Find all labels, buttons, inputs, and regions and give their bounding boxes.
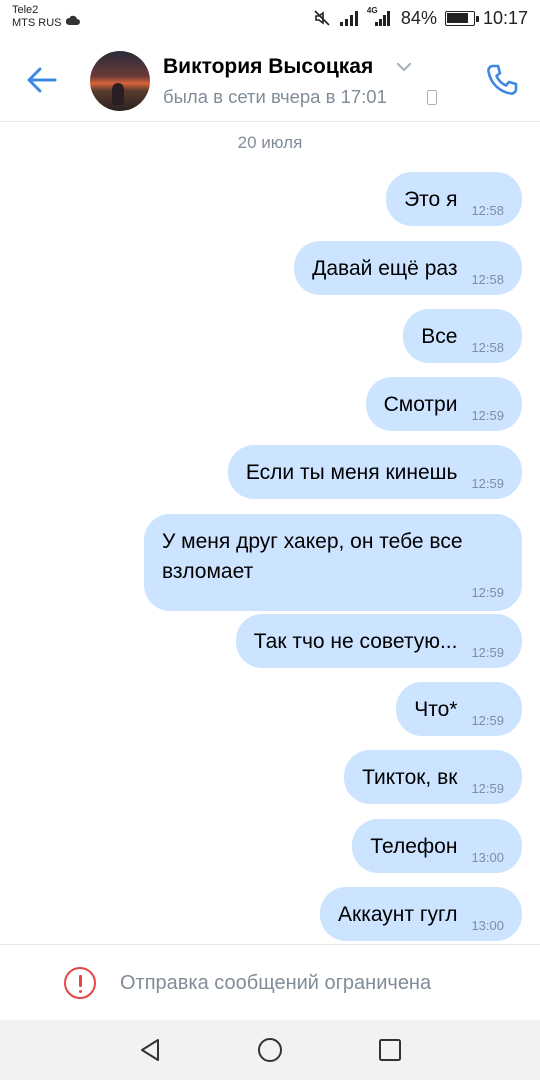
chat-header: Виктория Высоцкая была в сети вчера в 17… — [0, 38, 540, 122]
message-time: 13:00 — [471, 850, 504, 865]
message-text: Смотри — [383, 393, 458, 416]
message-time: 12:58 — [471, 203, 504, 218]
message-text: Если ты меня кинешь — [245, 461, 458, 484]
message-time: 13:00 — [471, 918, 504, 933]
date-separator: 20 июля — [237, 133, 303, 152]
battery-icon — [444, 10, 479, 26]
circle-home-icon — [258, 1038, 282, 1062]
message-text: Это я — [404, 188, 458, 211]
message-bubble[interactable]: Телефон 13:00 — [352, 819, 522, 873]
phone-icon — [487, 64, 518, 95]
message-time: 12:58 — [471, 340, 504, 355]
avatar-figure — [112, 83, 124, 105]
exclamation-circle-icon — [64, 967, 96, 999]
status-icons: 4G 84% 10:17 — [313, 6, 528, 29]
message-bubble[interactable]: У меня друг хакер, он тебе все взломает … — [144, 514, 522, 611]
message-text: У меня друг хакер, он тебе все взломает — [162, 530, 463, 583]
carrier-2: MTS RUS — [12, 17, 62, 29]
message-time: 12:59 — [471, 713, 504, 728]
signal-1-icon — [339, 11, 358, 26]
nav-recents-button[interactable] — [375, 1035, 405, 1065]
triangle-back-icon — [141, 1039, 159, 1061]
chevron-down-icon[interactable] — [396, 62, 412, 72]
nav-back-button[interactable] — [135, 1035, 165, 1065]
battery-fill — [447, 13, 469, 23]
battery-percent: 84% — [400, 7, 437, 28]
message-time: 12:59 — [471, 645, 504, 660]
cloud-icon — [66, 15, 80, 25]
message-text: Аккаунт гугл — [338, 903, 458, 926]
message-bubble[interactable]: Давай ещё раз 12:58 — [294, 241, 522, 295]
back-button[interactable] — [22, 60, 62, 100]
last-seen-status: была в сети вчера в 17:01 — [163, 86, 387, 107]
system-nav-bar — [0, 1020, 540, 1080]
message-text: Что* — [414, 698, 458, 721]
avatar[interactable] — [90, 51, 150, 111]
call-button[interactable] — [480, 58, 524, 102]
message-bubble[interactable]: Тикток, вк 12:59 — [344, 750, 522, 804]
square-recents-icon — [379, 1039, 401, 1061]
message-bubble[interactable]: Это я 12:58 — [386, 172, 522, 226]
signal-2-icon: 4G — [367, 6, 393, 27]
carrier-1: Tele2 — [12, 4, 39, 16]
mobile-device-icon — [427, 90, 437, 105]
carrier-labels: Tele2 MTS RUS — [12, 4, 62, 30]
clock: 10:17 — [482, 7, 528, 28]
message-time: 12:59 — [471, 585, 504, 600]
message-time: 12:58 — [471, 272, 504, 287]
message-bubble[interactable]: Что* 12:59 — [396, 682, 522, 736]
message-bubble[interactable]: Аккаунт гугл 13:00 — [320, 887, 522, 941]
arrow-left-icon — [27, 67, 57, 93]
message-time: 12:59 — [471, 408, 504, 423]
messaging-restricted-bar: Отправка сообщений ограничена — [0, 944, 540, 1020]
message-text: Так тчо не советую... — [253, 630, 458, 653]
message-bubble[interactable]: Так тчо не советую... 12:59 — [235, 614, 522, 668]
message-bubble[interactable]: Если ты меня кинешь 12:59 — [227, 445, 522, 499]
message-text: Тикток, вк — [362, 766, 458, 789]
message-bubble[interactable]: Все 12:58 — [403, 309, 522, 363]
contact-name[interactable]: Виктория Высоцкая — [163, 55, 373, 79]
status-bar: Tele2 MTS RUS 4G 84% 10:17 — [0, 0, 540, 38]
message-time: 12:59 — [471, 476, 504, 491]
mute-icon — [314, 10, 330, 26]
message-list[interactable]: 20 июля Это я 12:58 Давай ещё раз 12:58 … — [0, 122, 540, 944]
nav-home-button[interactable] — [255, 1035, 285, 1065]
message-text: Давай ещё раз — [312, 257, 458, 280]
message-text: Все — [421, 325, 458, 348]
message-time: 12:59 — [471, 781, 504, 796]
message-text: Телефон — [370, 835, 458, 858]
message-bubble[interactable]: Смотри 12:59 — [365, 377, 522, 431]
restriction-text: Отправка сообщений ограничена — [120, 972, 432, 994]
